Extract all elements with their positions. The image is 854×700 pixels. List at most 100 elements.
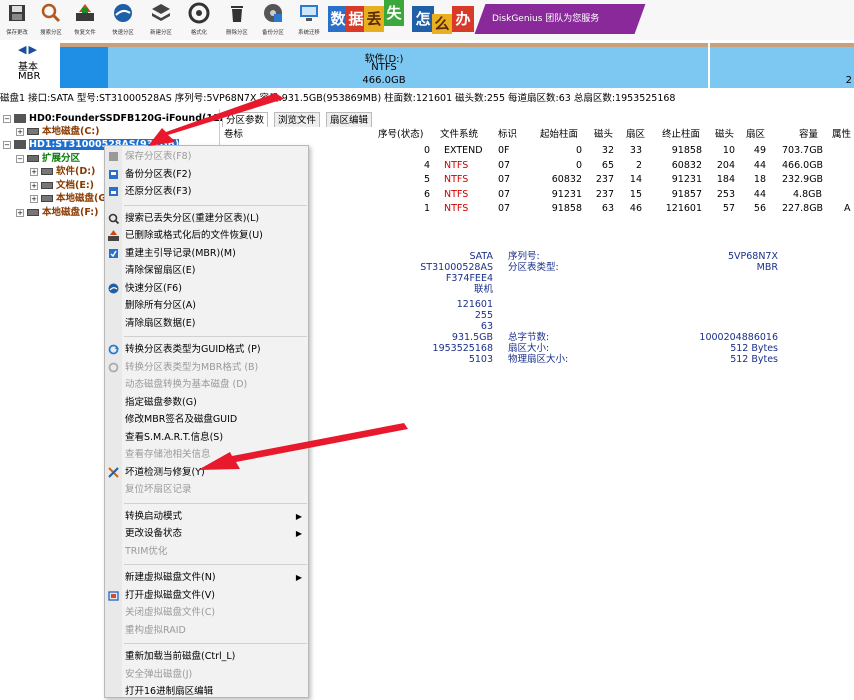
disk-icon (14, 140, 26, 149)
tab-browse-files[interactable]: 浏览文件 (274, 112, 321, 127)
cell-end-sec: 18 (753, 174, 766, 185)
menu-item[interactable]: 打开虚拟磁盘文件(V) (105, 587, 308, 604)
expand-icon[interactable]: + (16, 208, 24, 217)
cell-start-cyl: 60832 (551, 174, 582, 185)
cell-start-sec: 46 (629, 203, 642, 214)
table-row[interactable]: 5 NTFS 07 60832 237 14 91231 184 18 232.9GB (222, 173, 854, 187)
cell-end-cyl: 91231 (671, 174, 702, 185)
menu-item[interactable]: 清除保留扇区(E) (105, 262, 308, 279)
partition-segment-d[interactable]: 软件(D:) NTFS 466.0GB (60, 43, 708, 88)
quick-partition-icon (108, 283, 119, 293)
col-label: 卷标 (224, 129, 244, 140)
convert-icon (108, 344, 119, 355)
submenu-arrow-icon: ▶ (295, 529, 302, 538)
partition-segment-next[interactable]: 2 (710, 43, 854, 88)
tree-d[interactable]: + 软件(D:) (30, 165, 95, 178)
menu-item-label: 已删除或格式化后的文件恢复(U) (125, 230, 263, 241)
table-row[interactable]: 4 NTFS 07 0 65 2 60832 204 44 466.0GB (222, 159, 854, 173)
quick-partition-button[interactable]: 快速分区 (106, 2, 140, 38)
tree-e[interactable]: + 文档(E:) (30, 179, 94, 192)
format-button[interactable]: 格式化 (182, 2, 216, 38)
bad-sector-icon (108, 466, 119, 478)
disk-nav-arrows[interactable]: ◀▶ (18, 43, 39, 56)
cell-end-head: 57 (722, 203, 735, 214)
cell-id: 0F (498, 145, 510, 156)
backup-partition-button[interactable]: 备份分区 (256, 2, 290, 38)
menu-item[interactable]: 删除所有分区(A) (105, 297, 308, 314)
context-menu: 保存分区表(F8) 备份分区表(F2) 还原分区表(F3) 搜索已丢失分区(重建分区表… (104, 145, 309, 698)
menu-item-label: 快速分区(F6) (125, 282, 182, 294)
expand-icon[interactable]: + (16, 127, 24, 136)
menu-item[interactable]: 新建虚拟磁盘文件(N) ▶ (105, 569, 308, 586)
system-migrate-button[interactable]: 系统迁移 (292, 2, 326, 38)
extended-icon (27, 155, 39, 162)
menu-item[interactable]: 修改MBR签名及磁盘GUID (105, 411, 308, 428)
menu-item: 复位坏扇区记录 (105, 481, 308, 498)
cell-end-cyl: 121601 (665, 203, 702, 214)
menu-item[interactable]: 指定磁盘参数(G) (105, 394, 308, 411)
menu-item[interactable]: 转换启动模式 ▶ (105, 508, 308, 525)
search-partition-button[interactable]: 搜索分区 (34, 2, 68, 38)
menu-item[interactable]: 搜索已丢失分区(重建分区表)(L) (105, 210, 308, 227)
promo-banner[interactable]: 数 据 丢 失 怎 么 办 DiskGenius 团队为您服务 (328, 0, 646, 40)
cell-index: 4 (423, 159, 430, 171)
recover-files-button[interactable]: 恢复文件 (68, 2, 102, 38)
menu-item-label: TRIM优化 (125, 545, 168, 557)
tree-f[interactable]: + 本地磁盘(F:) (16, 206, 98, 219)
drive-icon (27, 128, 39, 135)
menu-item-label: 重新加载当前磁盘(Ctrl_L) (125, 651, 236, 662)
menu-item[interactable]: 转换分区表类型为GUID格式 (P) (105, 341, 308, 358)
menu-item-label: 复位坏扇区记录 (125, 484, 192, 495)
backup-table-icon (109, 169, 118, 179)
menu-separator (124, 643, 307, 644)
new-partition-icon (152, 4, 170, 21)
expand-icon[interactable]: + (30, 181, 38, 190)
cell-end-sec: 49 (753, 145, 766, 156)
cell-fs: EXTEND (444, 145, 483, 156)
menu-item[interactable]: 查看S.M.A.R.T.信息(S) (105, 429, 308, 446)
menu-item[interactable]: 备份分区表(F2) (105, 166, 308, 183)
menu-separator (124, 502, 307, 504)
recover-icon (76, 4, 94, 21)
menu-item[interactable]: 重新加载当前磁盘(Ctrl_L) (105, 648, 308, 665)
collapse-icon[interactable]: − (3, 140, 11, 149)
menu-item-label: 转换启动模式 (125, 510, 183, 522)
menu-item[interactable]: 重建主引导记录(MBR)(M) (105, 245, 308, 262)
banner-char-6: 么 (432, 14, 452, 34)
cell-fs: NTFS (444, 188, 469, 200)
cell-index: 6 (423, 188, 430, 200)
menu-item[interactable]: 已删除或格式化后的文件恢复(U) (105, 227, 308, 244)
menu-item-label: 查看存储池相关信息 (125, 449, 211, 460)
collapse-icon[interactable]: − (3, 114, 11, 123)
tree-g[interactable]: + 本地磁盘(G (30, 192, 106, 205)
menu-item[interactable]: 更改设备状态 ▶ (105, 525, 308, 542)
menu-item[interactable]: 坏道检测与修复(Y) (105, 464, 308, 481)
cell-size: 4.8GB (793, 188, 822, 200)
tree-hd0-c[interactable]: + 本地磁盘(C:) (16, 125, 99, 138)
expand-icon[interactable]: + (30, 194, 38, 203)
menu-item[interactable]: 清除扇区数据(E) (105, 315, 308, 332)
table-row[interactable]: G:)6NTFS07912312371591857253444.8GB (222, 188, 854, 202)
submenu-arrow-icon: ▶ (295, 573, 302, 582)
tree-extended[interactable]: − 扩展分区 (16, 152, 80, 165)
detail-spt: 63 (480, 321, 493, 332)
expand-icon[interactable]: + (30, 167, 38, 176)
menu-item-label: 更改设备状态 (125, 528, 183, 539)
detail-ptt-label: 分区表类型: (508, 262, 559, 273)
menu-item[interactable]: 还原分区表(F3) (105, 183, 308, 200)
tree-hd0[interactable]: − HD0:FounderSSDFB120G-iFound(112G (3, 112, 234, 125)
col-attr: 属性 (832, 129, 852, 140)
table-row[interactable]: 0 EXTEND 0F 0 32 33 91858 10 49 703.7GB (222, 144, 854, 158)
recover-icon (108, 230, 119, 241)
new-partition-button[interactable]: 新建分区 (144, 2, 178, 38)
table-row[interactable]: 1 NTFS 07 91858 63 46 121601 57 56 227.8GB A (222, 202, 854, 216)
menu-item[interactable]: 快速分区(F6) (105, 280, 308, 297)
collapse-icon[interactable]: − (16, 154, 24, 163)
menu-item-label: 动态磁盘转换为基本磁盘 (D) (125, 379, 248, 390)
save-button[interactable]: 保存更改 (0, 2, 34, 38)
detail-fw: F374FEE4 (445, 273, 493, 284)
tab-sector-edit[interactable]: 扇区编辑 (326, 112, 373, 127)
tab-partition-params[interactable]: 分区参数 (222, 112, 269, 127)
menu-item[interactable]: 打开16进制扇区编辑 (105, 683, 308, 700)
delete-partition-button[interactable]: 删除分区 (220, 2, 254, 38)
